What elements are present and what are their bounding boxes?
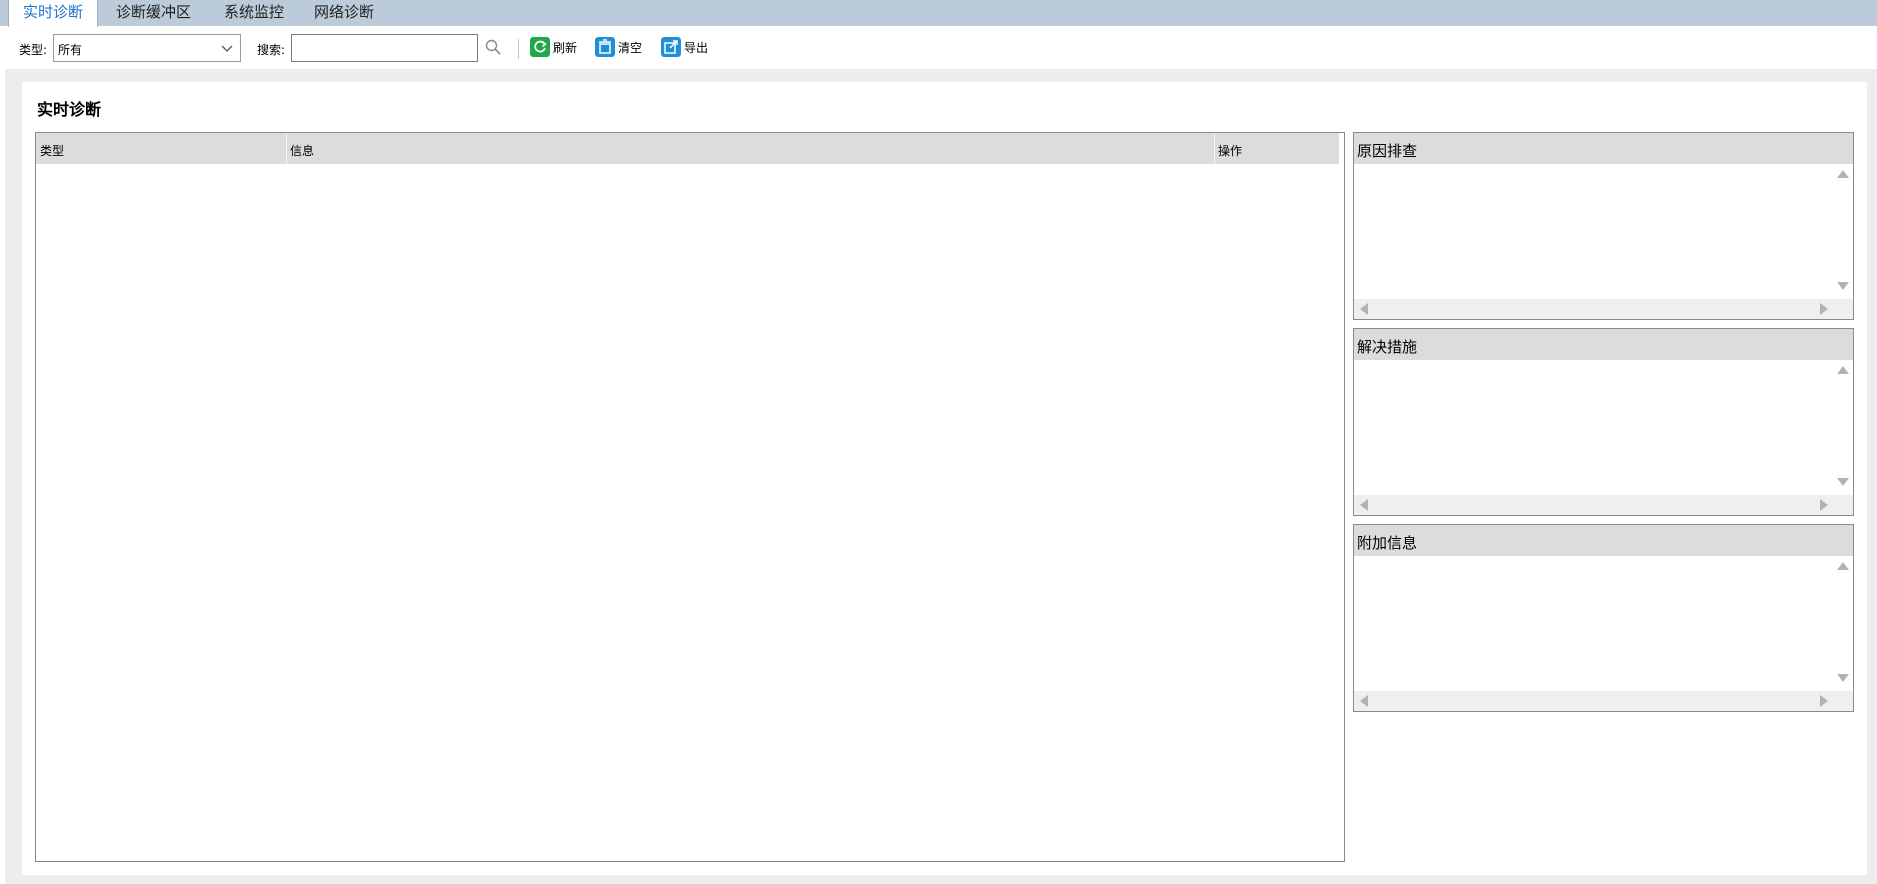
clear-button[interactable]: 清空 [595,36,651,58]
clear-label: 清空 [618,41,643,55]
additional-info-panel: 附加信息 [1353,524,1854,712]
scroll-down-icon[interactable] [1837,478,1849,486]
scroll-left-icon[interactable] [1360,303,1368,315]
refresh-label: 刷新 [553,41,578,55]
page-title: 实时诊断 [37,100,102,119]
search-label: 搜索: [257,43,286,57]
toolbar: 类型: 所有 搜索: 刷新 清空 导出 [0,27,1877,69]
clear-icon [595,37,615,57]
scroll-down-icon[interactable] [1837,674,1849,682]
horizontal-scrollbar[interactable] [1354,495,1853,515]
horizontal-scrollbar[interactable] [1354,299,1853,319]
table-header: 类型 信息 操作 [36,133,1339,164]
tab-realtime-diagnosis[interactable]: 实时诊断 [8,0,99,27]
export-label: 导出 [684,41,709,55]
scroll-right-icon[interactable] [1820,695,1828,707]
scroll-up-icon[interactable] [1837,170,1849,178]
tab-network-diagnosis[interactable]: 网络诊断 [300,0,388,26]
chevron-down-icon [221,45,233,52]
solution-panel: 解决措施 [1353,328,1854,516]
cause-panel: 原因排查 [1353,132,1854,320]
column-divider[interactable] [1214,133,1215,164]
panel-title: 解决措施 [1357,338,1418,356]
scroll-up-icon[interactable] [1837,366,1849,374]
scroll-left-icon[interactable] [1360,499,1368,511]
type-label: 类型: [19,43,48,57]
tab-diagnosis-buffer[interactable]: 诊断缓冲区 [102,0,205,26]
column-divider[interactable] [286,133,287,164]
tab-label: 诊断缓冲区 [116,3,192,21]
panel-title: 原因排查 [1357,142,1418,160]
refresh-button[interactable]: 刷新 [530,36,586,58]
diagnosis-table[interactable]: 类型 信息 操作 [35,132,1345,862]
tab-label: 网络诊断 [314,3,375,21]
column-header-type[interactable]: 类型 [40,142,64,159]
panel-header: 解决措施 [1354,329,1853,360]
search-icon[interactable] [484,38,502,56]
scroll-right-icon[interactable] [1820,303,1828,315]
horizontal-scrollbar[interactable] [1354,691,1853,711]
export-icon [661,37,681,57]
scroll-right-icon[interactable] [1820,499,1828,511]
scroll-left-icon[interactable] [1360,695,1368,707]
search-input[interactable] [291,34,478,62]
tab-system-monitor[interactable]: 系统监控 [210,0,298,26]
scroll-down-icon[interactable] [1837,282,1849,290]
column-header-info[interactable]: 信息 [290,142,314,159]
tab-label: 系统监控 [224,3,285,21]
scroll-up-icon[interactable] [1837,562,1849,570]
vertical-scrollbar[interactable] [1833,360,1853,495]
refresh-icon [530,37,550,57]
export-button[interactable]: 导出 [661,36,717,58]
panel-header: 附加信息 [1354,525,1853,556]
toolbar-divider [518,39,519,59]
type-select-value: 所有 [58,43,83,57]
panel-header: 原因排查 [1354,133,1853,164]
column-header-action[interactable]: 操作 [1218,142,1242,159]
vertical-scrollbar[interactable] [1833,556,1853,691]
tab-bar: 实时诊断 诊断缓冲区 系统监控 网络诊断 [0,0,1877,27]
tab-label: 实时诊断 [23,3,84,21]
type-select[interactable]: 所有 [53,34,241,62]
vertical-scrollbar[interactable] [1833,164,1853,299]
panel-title: 附加信息 [1357,534,1418,552]
